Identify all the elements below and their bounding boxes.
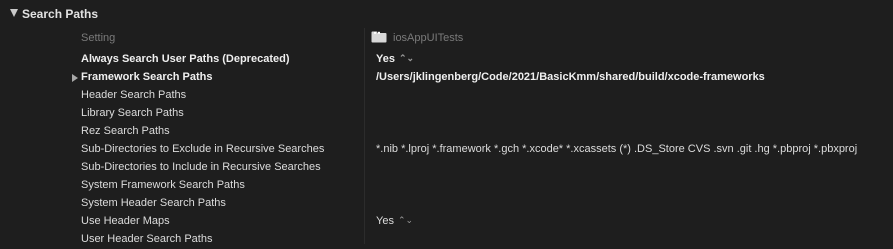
- settings-table: Always Search User Paths (Deprecated) Yes…: [0, 51, 893, 249]
- setting-name: Always Search User Paths (Deprecated): [81, 53, 290, 65]
- setting-name: Sub-Directories to Include in Recursive …: [81, 161, 321, 173]
- setting-value[interactable]: /Users/jklingenberg/Code/2021/BasicKmm/s…: [376, 71, 765, 83]
- setting-name: System Header Search Paths: [81, 197, 226, 209]
- setting-value-text: *.nib *.lproj *.framework *.gch *.xcode*…: [376, 143, 858, 155]
- setting-name: Header Search Paths: [81, 89, 187, 101]
- setting-name: User Header Search Paths: [81, 233, 213, 245]
- setting-row[interactable]: Always Search User Paths (Deprecated) Yes…: [0, 51, 893, 69]
- setting-name: Use Header Maps: [81, 215, 170, 227]
- column-header-setting: Setting: [81, 32, 116, 44]
- setting-row[interactable]: System Framework Search Paths: [0, 177, 893, 195]
- setting-row[interactable]: System Header Search Paths: [0, 195, 893, 213]
- setting-row[interactable]: Header Search Paths: [0, 87, 893, 105]
- popup-stepper-icon[interactable]: ⌃⌄: [399, 53, 414, 64]
- setting-name: Sub-Directories to Exclude in Recursive …: [81, 143, 325, 155]
- section-title: Search Paths: [22, 7, 99, 21]
- folder-icon: [371, 31, 387, 43]
- setting-name: Library Search Paths: [81, 107, 184, 119]
- disclosure-triangle-open-icon[interactable]: [10, 9, 18, 17]
- setting-row[interactable]: Library Search Paths: [0, 105, 893, 123]
- setting-row[interactable]: Sub-Directories to Include in Recursive …: [0, 159, 893, 177]
- setting-value[interactable]: Yes ⌃⌄: [376, 53, 414, 65]
- setting-name: Framework Search Paths: [81, 71, 213, 83]
- section-header-search-paths[interactable]: Search Paths: [0, 0, 893, 28]
- setting-value[interactable]: Yes ⌃⌄: [376, 215, 413, 227]
- setting-value[interactable]: *.nib *.lproj *.framework *.gch *.xcode*…: [376, 143, 857, 155]
- setting-row[interactable]: Use Header Maps Yes ⌃⌄: [0, 213, 893, 231]
- setting-row[interactable]: Rez Search Paths: [0, 123, 893, 141]
- popup-stepper-icon[interactable]: ⌃⌄: [398, 215, 413, 226]
- setting-name: System Framework Search Paths: [81, 179, 245, 191]
- setting-value-text: Yes: [376, 215, 394, 227]
- setting-value-text: /Users/jklingenberg/Code/2021/BasicKmm/s…: [376, 71, 765, 83]
- setting-row[interactable]: Framework Search Paths/Users/jklingenber…: [0, 69, 893, 87]
- setting-row[interactable]: Sub-Directories to Exclude in Recursive …: [0, 141, 893, 159]
- disclosure-triangle-closed-icon[interactable]: [72, 74, 78, 82]
- setting-row[interactable]: User Header Search Paths: [0, 231, 893, 249]
- column-header: Setting iosAppUITests: [0, 28, 893, 50]
- setting-value-text: Yes: [376, 53, 395, 65]
- setting-name: Rez Search Paths: [81, 125, 170, 137]
- column-header-target: iosAppUITests: [393, 32, 464, 44]
